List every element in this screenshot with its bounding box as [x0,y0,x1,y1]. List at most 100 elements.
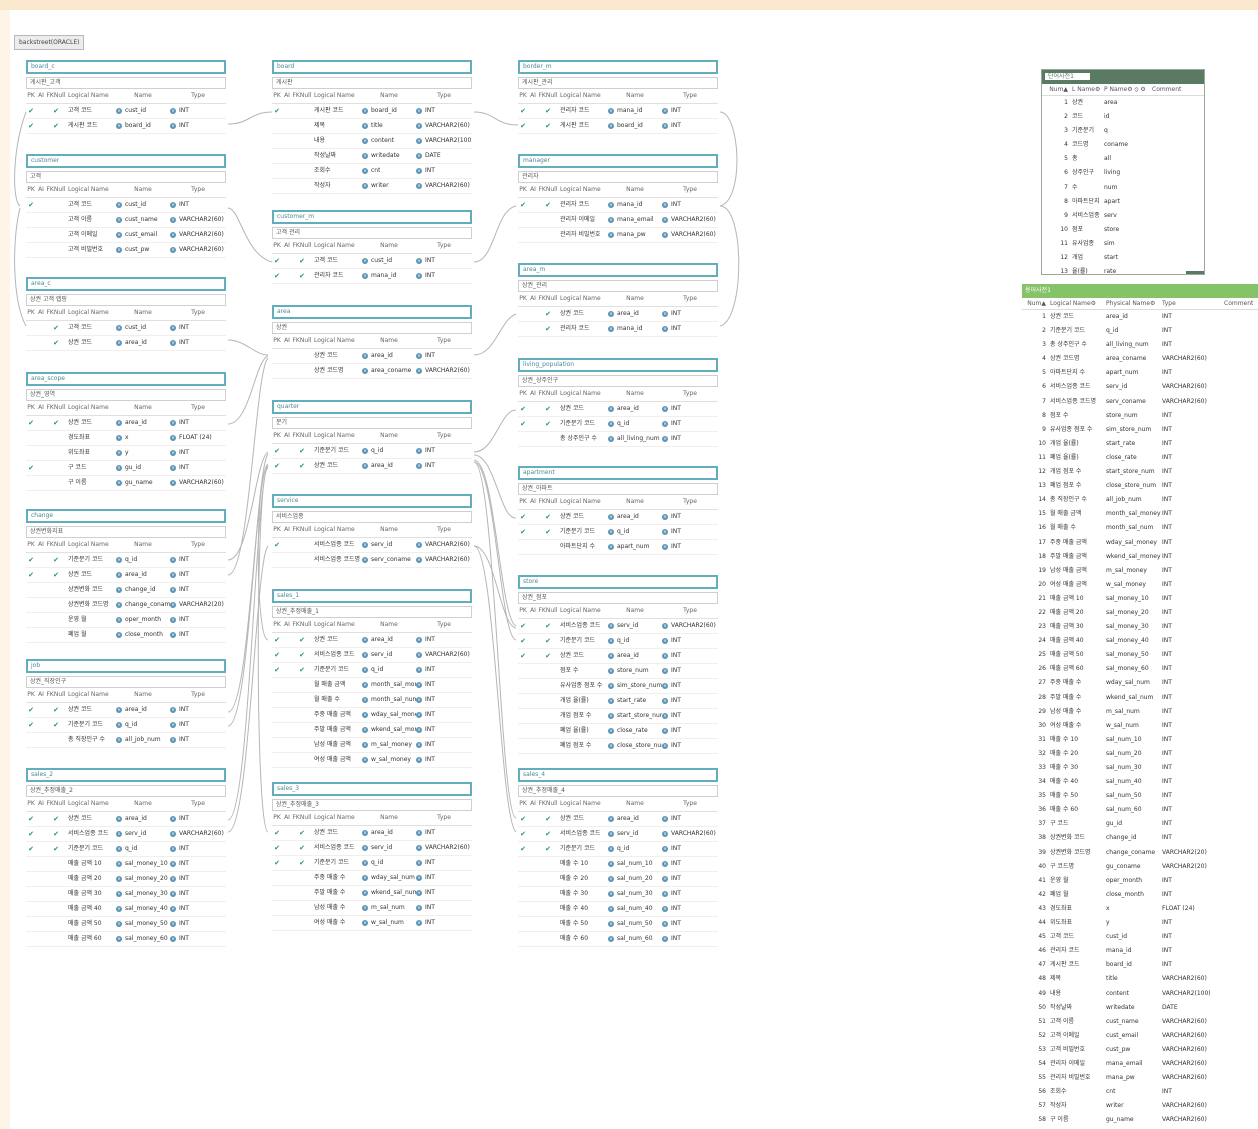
table-row[interactable]: 매출 수 10 ✕ sal_num_10 ✕ INT [518,857,718,872]
table-row[interactable]: 총 직장인구 수 ✕ all_job_num ✕ INT [26,733,226,748]
dictionary-row[interactable]: 29 남성 매출 수 m_sal_num INT [1022,705,1258,719]
dictionary-row[interactable]: 7 수 num [1042,181,1204,195]
table-row[interactable]: ✔ 상권 코드 ✕ area_id ✕ INT [518,307,718,322]
table-physical-name[interactable]: store [518,575,718,589]
table-row[interactable]: 주중 매출 금액✕wday_sal_money✕INT [272,708,472,723]
table-row[interactable]: ✔ ✔ 서비스업종 코드 ✕ serv_id ✕ VARCHAR2(60) [272,841,472,856]
dictionary-row[interactable]: 40 구 코드명 gu_coname VARCHAR2(20) [1022,860,1258,874]
table-sales-3[interactable]: sales_3 상권_추정매출_3 PK AI FKNull Logical Name Na… [272,782,472,931]
dictionary-row[interactable]: 5 총 all [1042,152,1204,166]
table-physical-name[interactable]: job [26,659,226,673]
table-row[interactable]: ✔ ✔ 상권 코드 ✕ area_id ✕ INT [26,703,226,718]
dictionary-row[interactable]: 32 매출 수 20 sal_num_20 INT [1022,747,1258,761]
term-dictionary-title-bar[interactable]: 용어사전1 [1022,284,1258,298]
table-physical-name[interactable]: service [272,494,472,508]
table-row[interactable]: ✔ 관리자 코드 ✕ mana_id ✕ INT [518,322,718,337]
table-row[interactable]: 남성 매출 금액 ✕ m_sal_money ✕ INT [272,738,472,753]
dictionary-row[interactable]: 1 상권 코드 area_id INT [1022,310,1258,324]
table-row[interactable]: 매출 금액 30 ✕ sal_money_30 ✕ INT [26,887,226,902]
table-row[interactable]: 월 매출 수 ✕ month_sal_num ✕ INT [272,693,472,708]
table-row[interactable]: ✔ ✔ 상권 코드 ✕ area_id ✕ INT [26,416,226,431]
table-row[interactable]: 운영 월 ✕ oper_month ✕ INT [26,613,226,628]
table-row[interactable]: 상권변화 코드명 ✕ change_coname ✕ VARCHAR2(20) [26,598,226,613]
dictionary-row[interactable]: 6 상주인구 living [1042,166,1204,180]
table-row[interactable]: ✔ ✔ 기준분기 코드 ✕ q_id ✕ INT [518,525,718,540]
dictionary-row[interactable]: 21 매출 금액 10 sal_money_10 INT [1022,592,1258,606]
dictionary-row[interactable]: 3 총 상주인구 수 all_living_num INT [1022,338,1258,352]
table-sales-1[interactable]: sales_1 상권_추정매출_1 PK AI FKNull Logical Name Na… [272,589,472,768]
dictionary-row[interactable]: 25 매출 금액 50 sal_money_50 INT [1022,648,1258,662]
dictionary-row[interactable]: 49 내용 content VARCHAR2(100) [1022,987,1258,1001]
table-physical-name[interactable]: board [272,60,472,74]
word-dictionary-title-bar[interactable]: 단어사전1 [1042,70,1204,84]
dictionary-row[interactable]: 54 관리자 이메일 mana_email VARCHAR2(60) [1022,1057,1258,1071]
dictionary-row[interactable]: 12 개업 start [1042,251,1204,265]
table-row[interactable]: 매출 금액 20 ✕ sal_money_20 ✕ INT [26,872,226,887]
dictionary-row[interactable]: 4 코드명 coname [1042,138,1204,152]
table-physical-name[interactable]: area [272,305,472,319]
table-row[interactable]: 조회수 ✕ cnt ✕ INT [272,164,472,179]
table-board[interactable]: board 게시판 PK AI FKNull Logical Name Name Type ✔ 게… [272,60,472,194]
table-row[interactable]: 매출 수 60 ✕ sal_num_60 ✕ INT [518,932,718,947]
table-area-m[interactable]: area_m 상권_관리 PK AI FKNull Logical Name Name Typ… [518,263,718,337]
dictionary-row[interactable]: 43 경도좌표 x FLOAT (24) [1022,902,1258,916]
dictionary-row[interactable]: 26 매출 금액 60 sal_money_60 INT [1022,662,1258,676]
dictionary-row[interactable]: 36 매출 수 60 sal_num_60 INT [1022,803,1258,817]
diagram-label[interactable]: backstreet(ORACLE) [14,35,85,50]
table-customer[interactable]: customer 고객 PK AI FKNull Logical Name Name Type… [26,154,226,258]
table-row[interactable]: 매출 금액 40 ✕ sal_money_40 ✕ INT [26,902,226,917]
table-row[interactable]: 고객 이메일 ✕ cust_email ✕ VARCHAR2(60) [26,228,226,243]
table-area-scope[interactable]: area_scope 상권_영역 PK AI FKNull Logical Name Nam… [26,372,226,491]
table-row[interactable]: 작성자 ✕ writer ✕ VARCHAR2(60) [272,179,472,194]
table-row[interactable]: ✔ ✔ 기준분기 코드 ✕ q_id ✕ INT [26,553,226,568]
table-row[interactable]: 구 이름 ✕ gu_name ✕ VARCHAR2(60) [26,476,226,491]
word-dictionary-panel[interactable]: 단어사전1 Num▲ L Name⚙ P Name⚙ ⦸ ⚙ Comment 1 상권 a… [1041,69,1205,275]
dictionary-row[interactable]: 6 서비스업종 코드 serv_id VARCHAR2(60) [1022,380,1258,394]
dictionary-row[interactable]: 7 서비스업종 코드명 serv_coname VARCHAR2(60) [1022,395,1258,409]
dictionary-row[interactable]: 9 유사업종 점포 수 sim_store_num INT [1022,423,1258,437]
table-sales-2[interactable]: sales_2 상권_추정매출_2 PK AI FKNull Logical Name Na… [26,768,226,947]
table-row[interactable]: ✔ ✔ 상권 코드 ✕ area_id ✕ INT [518,649,718,664]
table-row[interactable]: 총 상주인구 수 ✕ all_living_num ✕ INT [518,432,718,447]
table-row[interactable]: 점포 수 ✕ store_num ✕ INT [518,664,718,679]
table-row[interactable]: ✔ 상권 코드 ✕ area_id ✕ INT [26,336,226,351]
dictionary-row[interactable]: 31 매출 수 10 sal_num_10 INT [1022,733,1258,747]
dictionary-column-header[interactable]: Num▲ [1042,84,1072,95]
table-store[interactable]: store 상권_점포 PK AI FKNull Logical Name Name Type… [518,575,718,754]
dictionary-row[interactable]: 35 매출 수 50 sal_num_50 INT [1022,789,1258,803]
table-row[interactable]: 관리자 이메일 ✕ mana_email ✕ VARCHAR2(60) [518,213,718,228]
table-physical-name[interactable]: living_population [518,358,718,372]
table-physical-name[interactable]: customer [26,154,226,168]
table-physical-name[interactable]: manager [518,154,718,168]
table-row[interactable]: 작성날짜 ✕ writedate ✕ DATE [272,149,472,164]
table-row[interactable]: 개업 율(률) ✕ start_rate ✕ INT [518,694,718,709]
dictionary-row[interactable]: 10 개업 율(률) start_rate INT [1022,437,1258,451]
dictionary-row[interactable]: 22 매출 금액 20 sal_money_20 INT [1022,606,1258,620]
table-row[interactable]: 경도좌표 ✕ x ✕ FLOAT (24) [26,431,226,446]
dictionary-row[interactable]: 34 매출 수 40 sal_num_40 INT [1022,775,1258,789]
table-row[interactable]: ✔ ✔ 상권 코드 ✕ area_id ✕ INT [272,459,472,474]
dictionary-row[interactable]: 1 상권 area [1042,96,1204,110]
dictionary-row[interactable]: 16 월 매출 수 month_sal_num INT [1022,521,1258,535]
table-row[interactable]: 서비스업종 코드명 ✕ serv_coname ✕ VARCHAR2(60) [272,553,472,568]
table-row[interactable]: ✔ ✔ 상권 코드 ✕ area_id ✕ INT [26,812,226,827]
table-board-c[interactable]: board_c 게시판_고객 PK AI FKNull Logical Name Name T… [26,60,226,134]
dictionary-row[interactable]: 3 기준분기 q [1042,124,1204,138]
table-row[interactable]: ✔ ✔ 기준분기 코드 ✕ q_id ✕ INT [518,634,718,649]
table-job[interactable]: job 상권_직장인구 PK AI FKNull Logical Name Name Type… [26,659,226,748]
table-row[interactable]: ✔ ✔ 서비스업종 코드 ✕ serv_id ✕ VARCHAR2(60) [518,827,718,842]
table-row[interactable]: 관리자 비밀번호 ✕ mana_pw ✕ VARCHAR2(60) [518,228,718,243]
table-row[interactable]: ✔ 서비스업종 코드 ✕ serv_id ✕ VARCHAR2(60) [272,538,472,553]
table-row[interactable]: 매출 수 30 ✕ sal_num_30 ✕ INT [518,887,718,902]
table-row[interactable]: ✔ 고객 코드 ✕ cust_id ✕ INT [26,321,226,336]
table-physical-name[interactable]: sales_1 [272,589,472,603]
table-row[interactable]: ✔ ✔ 상권 코드 ✕ area_id ✕ INT [518,812,718,827]
dictionary-row[interactable]: 42 폐업 월 close_month INT [1022,888,1258,902]
dictionary-row[interactable]: 8 점포 수 store_num INT [1022,409,1258,423]
table-row[interactable]: 매출 수 40 ✕ sal_num_40 ✕ INT [518,902,718,917]
table-change[interactable]: change 상권변화지표 PK AI FKNull Logical Name Name Ty… [26,509,226,643]
dictionary-row[interactable]: 47 게시판 코드 board_id INT [1022,958,1258,972]
dictionary-column-header[interactable]: Num▲ [1022,298,1050,309]
dictionary-row[interactable]: 53 고객 비밀번호 cust_pw VARCHAR2(60) [1022,1043,1258,1057]
table-row[interactable]: ✔ ✔ 서비스업종 코드 ✕ serv_id ✕ VARCHAR2(60) [26,827,226,842]
